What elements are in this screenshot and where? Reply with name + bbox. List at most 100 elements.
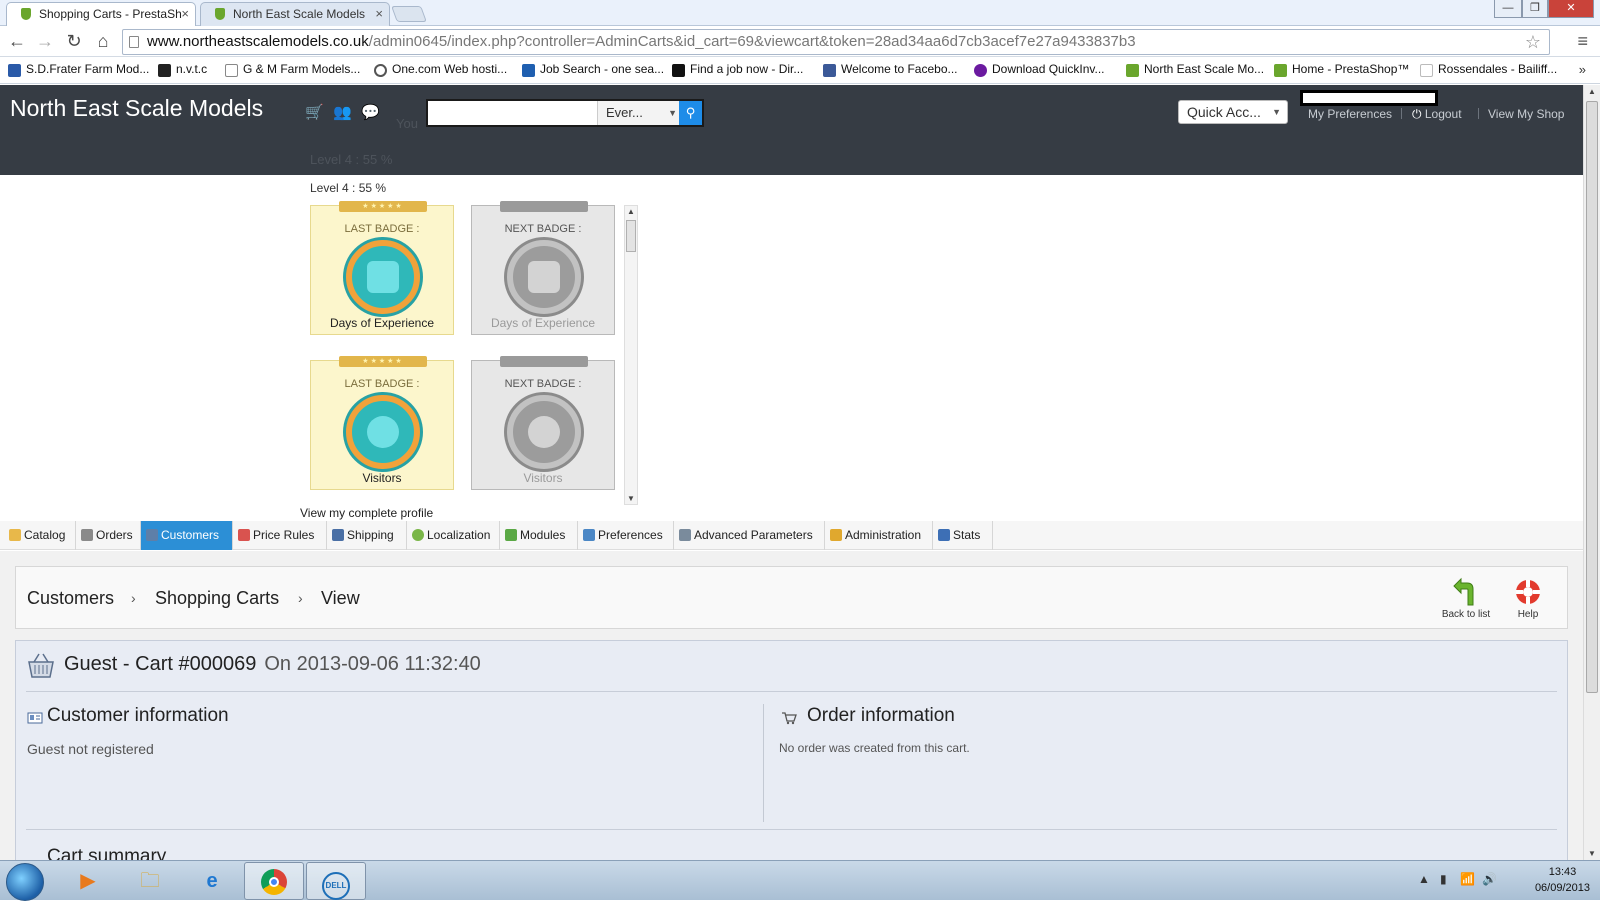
logout-link[interactable]: ⏻ Logout	[1412, 107, 1462, 122]
bookmark-item[interactable]: Home - PrestaShop™	[1274, 62, 1409, 80]
internet-explorer-icon[interactable]: e	[182, 862, 242, 900]
customer-icon[interactable]: 👥	[333, 103, 352, 121]
nav-modules[interactable]: Modules	[500, 521, 578, 550]
nav-label: Shipping	[347, 528, 394, 542]
bookmark-item[interactable]: North East Scale Mo...	[1126, 62, 1264, 80]
view-profile-link[interactable]: View my complete profile	[300, 506, 433, 520]
new-tab-button[interactable]	[391, 6, 427, 22]
key-icon	[830, 529, 842, 541]
cart-date: On 2013-09-06 11:32:40	[264, 653, 481, 675]
nav-localization[interactable]: Localization	[407, 521, 500, 550]
breadcrumb-separator-icon: ›	[131, 590, 136, 606]
bookmark-item[interactable]: Rossendales - Bailiff...	[1420, 62, 1557, 80]
back-to-list-button[interactable]: Back to list	[1438, 577, 1494, 620]
nav-preferences[interactable]: Preferences	[578, 521, 674, 550]
windows-start-button[interactable]	[6, 863, 44, 901]
reload-icon[interactable]: ↻	[63, 30, 85, 52]
bookmarks-overflow-button[interactable]: »	[1579, 62, 1586, 77]
system-clock[interactable]: 13:43 06/09/2013	[1535, 864, 1590, 896]
message-icon[interactable]: 💬	[361, 103, 380, 121]
search-input[interactable]	[428, 101, 596, 125]
nav-administration[interactable]: Administration	[825, 521, 933, 550]
minimize-button[interactable]: —	[1494, 0, 1522, 18]
bookmark-item[interactable]: Find a job now - Dir...	[672, 62, 803, 80]
back-to-list-label: Back to list	[1441, 609, 1491, 620]
nav-shipping[interactable]: Shipping	[327, 521, 407, 550]
scroll-down-arrow-icon[interactable]: ▼	[625, 494, 637, 503]
tractor-icon	[8, 64, 21, 77]
nav-price-rules[interactable]: Price Rules	[233, 521, 327, 550]
network-icon[interactable]: 📶	[1460, 872, 1475, 886]
bookmark-item[interactable]: One.com Web hosti...	[374, 62, 507, 80]
divider	[26, 829, 1557, 830]
badge-name: Days of Experience	[329, 316, 435, 330]
bookmark-item[interactable]: Welcome to Facebo...	[823, 62, 958, 80]
my-preferences-link[interactable]: My Preferences	[1308, 107, 1392, 121]
quick-access-select[interactable]: Quick Acc... ▼	[1178, 100, 1288, 124]
badge-title: NEXT BADGE :	[504, 378, 582, 390]
redacted-employee-name	[1300, 90, 1438, 106]
nav-orders[interactable]: Orders	[76, 521, 141, 550]
bookmark-item[interactable]: G & M Farm Models...	[225, 62, 360, 80]
chrome-taskbar-icon[interactable]	[244, 862, 304, 900]
bookmark-item[interactable]: S.D.Frater Farm Mod...	[8, 62, 149, 80]
scroll-up-arrow-icon[interactable]: ▲	[1584, 87, 1600, 96]
globe-icon	[412, 529, 424, 541]
dell-taskbar-icon[interactable]: DELL	[306, 862, 366, 900]
nav-advanced-parameters[interactable]: Advanced Parameters	[674, 521, 825, 550]
browser-tab-active[interactable]: Shopping Carts - PrestaSh ×	[6, 2, 196, 26]
browser-toolbar: ← → ↻ ⌂ www.northeastscalemodels.co.uk/a…	[0, 27, 1600, 57]
close-tab-icon[interactable]: ×	[375, 6, 383, 21]
facebook-icon	[823, 64, 836, 77]
bookmark-item[interactable]: Download QuickInv...	[974, 62, 1105, 80]
nav-stats[interactable]: Stats	[933, 521, 993, 550]
nav-label: Preferences	[598, 528, 663, 542]
view-shop-link[interactable]: View My Shop	[1488, 107, 1564, 121]
address-bar[interactable]: www.northeastscalemodels.co.uk/admin0645…	[122, 29, 1550, 55]
prestashop-favicon-icon	[1126, 64, 1139, 77]
home-icon[interactable]: ⌂	[92, 30, 114, 52]
breadcrumb-item[interactable]: Customers	[27, 588, 114, 609]
nav-customers[interactable]: Customers	[141, 521, 233, 550]
search-button[interactable]: ⚲	[679, 101, 702, 125]
chrome-menu-icon[interactable]: ≡	[1577, 31, 1588, 52]
header-separator	[1401, 108, 1402, 119]
bookmark-item[interactable]: Job Search - one sea...	[522, 62, 664, 80]
bookmark-star-icon[interactable]: ☆	[1525, 30, 1541, 54]
bookmark-label: G & M Farm Models...	[243, 62, 361, 76]
breadcrumb-item[interactable]: Shopping Carts	[155, 588, 279, 609]
next-badge-card: NEXT BADGE : Visitors	[471, 356, 615, 490]
forward-arrow-icon[interactable]: →	[34, 30, 56, 52]
close-tab-icon[interactable]: ×	[181, 6, 189, 21]
back-arrow-icon[interactable]: ←	[6, 30, 28, 52]
media-player-icon[interactable]: ▶	[58, 862, 118, 900]
restore-button[interactable]: ❐	[1522, 0, 1548, 18]
onecom-icon	[374, 64, 387, 77]
puzzle-icon	[505, 529, 517, 541]
search-icon: ⚲	[685, 105, 696, 120]
show-hidden-icons-icon[interactable]: ▲	[1418, 872, 1430, 886]
nav-label: Price Rules	[253, 528, 315, 542]
scroll-up-arrow-icon[interactable]: ▲	[625, 207, 637, 216]
cart-icon[interactable]: 🛒	[305, 103, 324, 121]
shop-name[interactable]: North East Scale Models	[10, 95, 263, 122]
scroll-down-arrow-icon[interactable]: ▼	[1584, 849, 1600, 858]
cart-title: Guest - Cart #000069 On 2013-09-06 11:32:…	[64, 653, 481, 676]
badge-level-text: Level 4 : 55 %	[310, 181, 387, 195]
battery-icon[interactable]: ▮	[1440, 872, 1447, 886]
help-button[interactable]: Help	[1500, 577, 1556, 620]
badges-scrollbar[interactable]: ▲ ▼	[624, 205, 638, 505]
file-explorer-icon[interactable]: 🗀	[120, 862, 180, 900]
folder-icon	[9, 529, 21, 541]
browser-tab[interactable]: North East Scale Models ×	[200, 2, 390, 26]
search-scope-select[interactable]: Ever... ▼	[597, 101, 683, 125]
bookmark-item[interactable]: n.v.t.c	[158, 62, 207, 80]
scrollbar-thumb[interactable]	[626, 220, 636, 252]
scrollbar-thumb[interactable]	[1586, 101, 1598, 693]
volume-icon[interactable]: 🔊	[1482, 872, 1497, 886]
nav-catalog[interactable]: Catalog	[4, 521, 76, 550]
close-window-button[interactable]: ✕	[1548, 0, 1594, 18]
prestashop-favicon-icon	[21, 8, 31, 20]
badge-title: LAST BADGE :	[344, 378, 420, 390]
page-scrollbar[interactable]: ▲ ▼	[1583, 85, 1600, 860]
